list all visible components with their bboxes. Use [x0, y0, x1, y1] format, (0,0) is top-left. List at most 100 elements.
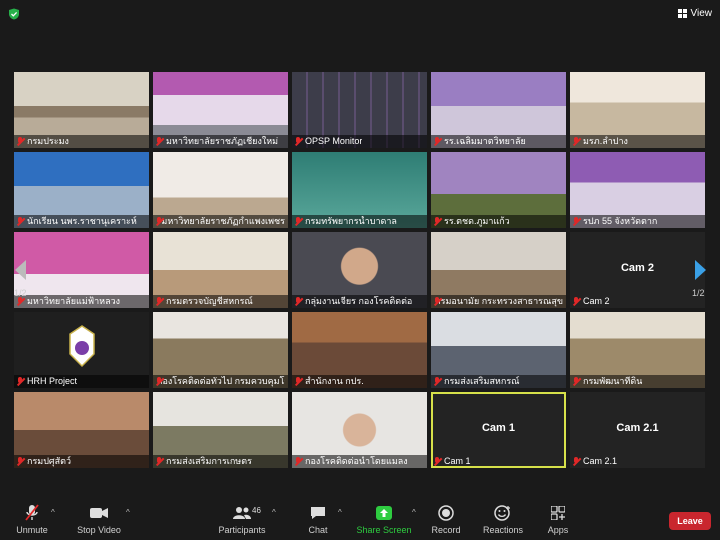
share-screen-icon [376, 506, 392, 520]
video-tile[interactable]: มหาวิทยาลัยราชภัฏเชียงใหม่ [153, 72, 288, 148]
video-tile[interactable]: กรมปศุสัตว์ [14, 392, 149, 468]
shield-check-icon[interactable] [8, 8, 20, 20]
participant-name: สำนักงาน กปร. [305, 376, 364, 386]
video-tile[interactable]: รปภ 55 จังหวัดตาก [570, 152, 705, 228]
chat-bubble-icon [311, 507, 325, 519]
participant-name: กรมปศุสัตว์ [27, 456, 72, 466]
video-tile[interactable]: รร.ตชด.ภูมาแก้ว [431, 152, 566, 228]
participant-name: OPSP Monitor [305, 136, 363, 146]
chat-label: Chat [308, 525, 328, 535]
video-tile[interactable]: กองโรคติดต่อทั่วไป กรมควบคุมโรค [153, 312, 288, 388]
unmute-label: Unmute [16, 525, 48, 535]
video-tile[interactable]: มหาวิทยาลัยราชภัฏกำแพงเพชร [153, 152, 288, 228]
video-tile[interactable]: กรมประมง [14, 72, 149, 148]
participant-name: กรมตรวจบัญชีสหกรณ์ [166, 296, 253, 306]
participant-name: กองโรคติดต่อทั่วไป กรมควบคุมโรค [157, 376, 285, 386]
audio-options-chevron-icon[interactable]: ^ [51, 508, 55, 517]
chat-options-chevron-icon[interactable]: ^ [338, 508, 342, 517]
previous-page-icon[interactable] [12, 258, 30, 282]
video-tile-no-video[interactable]: Cam 2.1 Cam 2.1 [570, 392, 705, 468]
video-tile[interactable]: กรมพัฒนาที่ดิน [570, 312, 705, 388]
participant-name: กรมอนามัย กระทรวงสาธารณสุข [435, 296, 563, 306]
video-tile[interactable]: มหาวิทยาลัยแม่ฟ้าหลวง [14, 232, 149, 308]
mic-muted-icon [294, 216, 303, 227]
participant-name: กรมส่งเสริมการเกษตร [166, 456, 252, 466]
video-options-chevron-icon[interactable]: ^ [126, 508, 130, 517]
mic-muted-icon [155, 296, 164, 307]
reactions-button[interactable]: Reactions [480, 504, 526, 535]
participant-name: กรมทรัพยากรน้ำบาดาล [305, 216, 397, 226]
organization-logo-icon [69, 325, 95, 368]
share-options-chevron-icon[interactable]: ^ [412, 508, 416, 517]
meeting-toolbar: Unmute ^ Stop Video ^ Participants 46 ^ … [0, 498, 720, 540]
mic-muted-icon [16, 376, 25, 387]
mic-muted-icon [294, 456, 303, 467]
mic-muted-icon [16, 456, 25, 467]
view-button[interactable]: View [677, 8, 713, 19]
video-tile[interactable]: กองโรคติดต่อนำโดยแมลง [292, 392, 427, 468]
tile-center-name: Cam 2 [620, 262, 655, 274]
page-indicator-left: 1/2 [14, 288, 27, 298]
page-indicator-right: 1/2 [692, 288, 705, 298]
apps-label: Apps [547, 525, 569, 535]
participant-name: นักเรียน นพร.ราชานุเคราะห์ [27, 216, 137, 226]
video-tile[interactable]: มรภ.ลำปาง [570, 72, 705, 148]
video-tile[interactable]: รร.เฉลิมมาตวิทยาลัย [431, 72, 566, 148]
mic-muted-icon [572, 136, 581, 147]
next-page-icon[interactable] [691, 258, 709, 282]
video-tile[interactable]: กรมส่งเสริมการเกษตร [153, 392, 288, 468]
mic-muted-icon [433, 216, 442, 227]
record-icon [438, 505, 454, 521]
mic-muted-icon [572, 296, 581, 307]
participant-name: มหาวิทยาลัยแม่ฟ้าหลวง [27, 296, 121, 306]
video-tile[interactable]: HRH Project [14, 312, 149, 388]
mic-muted-icon [572, 216, 581, 227]
participant-name: รร.ตชด.ภูมาแก้ว [444, 216, 510, 226]
participant-name: มหาวิทยาลัยราชภัฏกำแพงเพชร [161, 216, 285, 226]
stop-video-button[interactable]: Stop Video [74, 504, 124, 535]
mic-muted-icon [433, 456, 442, 467]
participants-count: 46 [252, 506, 261, 515]
participant-name: รปภ 55 จังหวัดตาก [583, 216, 658, 226]
participants-icon [233, 507, 251, 519]
participant-name: Cam 1 [444, 456, 471, 466]
participants-label: Participants [218, 525, 266, 535]
participant-name: กรมส่งเสริมสหกรณ์ [444, 376, 520, 386]
video-tile[interactable]: OPSP Monitor [292, 72, 427, 148]
leave-button[interactable]: Leave [669, 512, 711, 530]
video-tile[interactable]: กรมตรวจบัญชีสหกรณ์ [153, 232, 288, 308]
mic-muted-icon [433, 136, 442, 147]
apps-grid-icon [551, 506, 565, 520]
apps-button[interactable]: Apps [540, 504, 576, 535]
video-camera-icon [90, 508, 108, 518]
tile-center-name: Cam 2.1 [616, 422, 659, 434]
emoji-smile-icon [494, 505, 510, 521]
unmute-button[interactable]: Unmute [12, 504, 52, 535]
video-tile-active-speaker[interactable]: Cam 1 Cam 1 [431, 392, 566, 468]
view-label: View [690, 8, 713, 19]
mic-muted-icon [155, 456, 164, 467]
mic-muted-icon [294, 136, 303, 147]
video-grid: กรมประมง มหาวิทยาลัยราชภัฏเชียงใหม่ OPSP… [14, 72, 706, 468]
mic-muted-icon [155, 136, 164, 147]
stop-video-label: Stop Video [77, 525, 121, 535]
mic-muted-icon [433, 376, 442, 387]
mic-muted-icon [572, 376, 581, 387]
video-tile[interactable]: กรมทรัพยากรน้ำบาดาล [292, 152, 427, 228]
video-tile[interactable]: นักเรียน นพร.ราชานุเคราะห์ [14, 152, 149, 228]
participants-options-chevron-icon[interactable]: ^ [272, 508, 276, 517]
video-tile-no-video[interactable]: Cam 2 Cam 2 [570, 232, 705, 308]
chat-button[interactable]: Chat [302, 504, 334, 535]
participant-name: Cam 2 [583, 296, 610, 306]
participant-name: Cam 2.1 [583, 456, 618, 466]
reactions-label: Reactions [482, 525, 524, 535]
record-button[interactable]: Record [426, 504, 466, 535]
video-tile[interactable]: กรมอนามัย กระทรวงสาธารณสุข [431, 232, 566, 308]
share-screen-button[interactable]: Share Screen [356, 504, 412, 535]
participant-name: มรภ.ลำปาง [583, 136, 628, 146]
participant-name: กลุ่มงานเจียร กองโรคติดต่อ [305, 296, 413, 306]
video-tile[interactable]: กรมส่งเสริมสหกรณ์ [431, 312, 566, 388]
video-tile[interactable]: สำนักงาน กปร. [292, 312, 427, 388]
video-tile[interactable]: กลุ่มงานเจียร กองโรคติดต่อ [292, 232, 427, 308]
mic-muted-icon [155, 216, 162, 227]
